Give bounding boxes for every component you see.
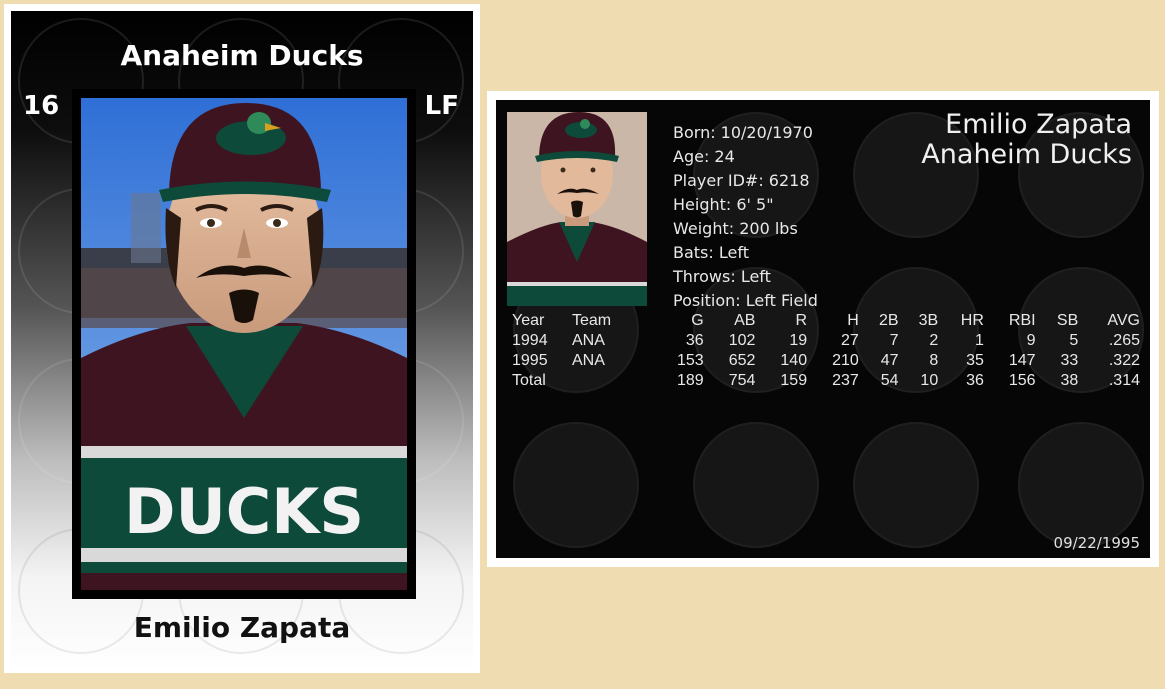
- player-bio: Born: 10/20/1970 Age: 24 Player ID#: 621…: [673, 121, 818, 313]
- stats-header-cell: G: [691, 312, 704, 329]
- back-portrait-illustration: [507, 112, 647, 306]
- stats-cell: [570, 371, 654, 391]
- stats-header-cell: Year: [512, 312, 545, 329]
- back-card: Born: 10/20/1970 Age: 24 Player ID#: 621…: [487, 91, 1159, 567]
- bio-born: Born: 10/20/1970: [673, 123, 813, 142]
- stats-cell: 237: [832, 372, 859, 389]
- stats-cell: 102: [728, 332, 756, 349]
- stats-header-cell: 3B: [918, 312, 939, 329]
- stats-table: Year Team G AB R H 2B 3B HR RBI SB AVG 1…: [510, 311, 1142, 391]
- stats-cell: 47: [880, 352, 899, 369]
- stats-cell: 189: [677, 372, 704, 389]
- stats-cell: 2: [929, 332, 939, 349]
- stats-cell: 1994: [512, 332, 548, 349]
- back-team-name: Anaheim Ducks: [921, 139, 1132, 170]
- stats-header-cell: RBI: [1008, 312, 1036, 329]
- back-title: Emilio Zapata Anaheim Ducks: [921, 110, 1132, 170]
- stats-row: 1995 ANA 153 652 140 210 47 8 35 147 33 …: [510, 351, 1142, 371]
- stats-header-cell: SB: [1056, 312, 1079, 329]
- stats-cell: 156: [1008, 372, 1036, 389]
- stats-header-cell: R: [795, 312, 808, 329]
- stats-cell: 35: [966, 352, 984, 369]
- stats-cell: Total: [512, 372, 546, 389]
- stats-cell: 1: [974, 332, 984, 349]
- bio-weight: Weight: 200 lbs: [673, 219, 798, 238]
- stats-cell: 5: [1069, 332, 1079, 349]
- back-player-name: Emilio Zapata: [945, 109, 1132, 140]
- stats-cell: 9: [1026, 332, 1036, 349]
- back-player-photo: [507, 112, 647, 306]
- stats-cell: 652: [728, 352, 756, 369]
- stats-row: 1994 ANA 36 102 19 27 7 2 1 9 5 .265: [510, 331, 1142, 351]
- stats-cell: 1995: [512, 352, 548, 369]
- stats-header-cell: H: [847, 312, 859, 329]
- stats-cell: 140: [780, 352, 808, 369]
- stats-header-cell: HR: [960, 312, 984, 329]
- stats-cell: 8: [929, 352, 939, 369]
- player-position: LF: [424, 91, 459, 121]
- stats-header-row: Year Team G AB R H 2B 3B HR RBI SB AVG: [510, 311, 1142, 331]
- bio-player-id: Player ID#: 6218: [673, 171, 810, 190]
- stats-cell: 210: [832, 352, 859, 369]
- front-card-face: Anaheim Ducks 16 LF DUCKS Emilio Zapata: [11, 11, 473, 671]
- stats-header-cell: AB: [734, 312, 756, 329]
- stats-cell: 38: [1060, 372, 1079, 389]
- stats-cell: 27: [841, 332, 859, 349]
- stats-cell: 54: [880, 372, 899, 389]
- stats-header-cell: Team: [572, 312, 612, 329]
- bio-bats: Bats: Left: [673, 243, 749, 262]
- back-card-face: Born: 10/20/1970 Age: 24 Player ID#: 621…: [496, 100, 1150, 558]
- bio-throws: Throws: Left: [673, 267, 771, 286]
- bio-height: Height: 6' 5": [673, 195, 774, 214]
- stats-cell: 7: [889, 332, 899, 349]
- stats-cell: 153: [677, 352, 704, 369]
- stats-cell: 159: [780, 372, 808, 389]
- stats-cell: 147: [1008, 352, 1036, 369]
- jersey-text: DUCKS: [124, 475, 364, 548]
- card-date: 09/22/1995: [1053, 534, 1140, 552]
- player-photo-frame: DUCKS: [72, 89, 416, 599]
- front-card: Anaheim Ducks 16 LF DUCKS Emilio Zapata: [4, 4, 480, 673]
- player-photo: DUCKS: [81, 98, 407, 590]
- front-player-name: Emilio Zapata: [133, 611, 351, 644]
- stats-header-cell: AVG: [1107, 312, 1140, 329]
- jersey-number: 16: [23, 91, 60, 121]
- front-team-name: Anaheim Ducks: [120, 39, 364, 72]
- stats-cell: 33: [1060, 352, 1079, 369]
- stats-total-row: Total 189 754 159 237 54 10 36 156 38 .3…: [510, 371, 1142, 391]
- stats-header-cell: 2B: [878, 312, 899, 329]
- stats-cell: 36: [685, 332, 704, 349]
- stats-cell: ANA: [572, 352, 605, 369]
- stats-cell: 36: [966, 372, 984, 389]
- bio-age: Age: 24: [673, 147, 735, 166]
- stats-cell: ANA: [572, 332, 605, 349]
- stats-cell: 754: [728, 372, 756, 389]
- stats-cell: .314: [1108, 372, 1140, 389]
- player-portrait-illustration: DUCKS: [81, 98, 407, 590]
- stats-cell: 19: [789, 332, 808, 349]
- stats-cell: 10: [920, 372, 939, 389]
- stats-cell: .265: [1108, 332, 1140, 349]
- stats-cell: .322: [1108, 352, 1140, 369]
- bio-position: Position: Left Field: [673, 291, 818, 310]
